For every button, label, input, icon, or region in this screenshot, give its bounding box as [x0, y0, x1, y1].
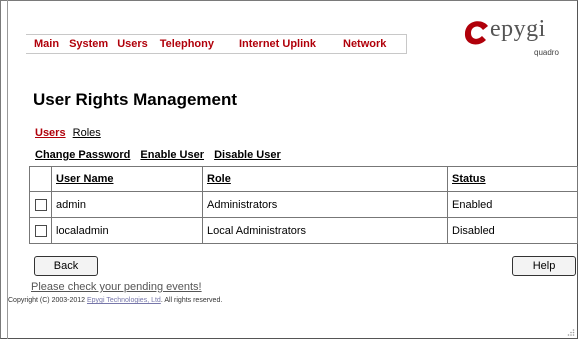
page-title: User Rights Management: [33, 90, 238, 109]
disable-user-link[interactable]: Disable User: [214, 149, 281, 161]
epygi-logo-icon: [464, 21, 488, 45]
table-row: admin Administrators Enabled: [29, 191, 578, 218]
table-header-row: User Name Role Status: [29, 166, 578, 192]
nav-item-internet-uplink[interactable]: Internet Uplink: [239, 38, 316, 50]
logo-wordmark: epygi: [490, 16, 546, 42]
column-header-role[interactable]: Role: [202, 166, 448, 192]
nav-item-network[interactable]: Network: [343, 38, 386, 50]
tab-roles[interactable]: Roles: [73, 127, 101, 139]
back-button[interactable]: Back: [34, 256, 98, 276]
epygi-logo: epygi quadro: [462, 16, 572, 60]
row-select-cell: [29, 217, 52, 244]
tab-users[interactable]: Users: [35, 127, 66, 139]
nav-item-main[interactable]: Main: [34, 38, 59, 50]
cell-user-name: admin: [51, 191, 203, 218]
cell-role: Administrators: [202, 191, 448, 218]
copyright-text: Copyright (C) 2003-2012 Epygi Technologi…: [8, 297, 222, 304]
users-table: User Name Role Status admin Administrato…: [29, 166, 578, 246]
nav-item-system[interactable]: System: [69, 38, 108, 50]
row-checkbox[interactable]: [34, 198, 47, 211]
pending-events-link[interactable]: Please check your pending events!: [31, 281, 202, 293]
view-tabs: Users Roles: [35, 127, 101, 139]
table-row: localadmin Local Administrators Disabled: [29, 217, 578, 244]
resize-grip-icon[interactable]: [567, 328, 575, 336]
column-header-user-name[interactable]: User Name: [51, 166, 203, 192]
select-column-header: [29, 166, 52, 192]
column-header-status[interactable]: Status: [447, 166, 578, 192]
cell-status: Enabled: [447, 191, 578, 218]
cell-user-name: localadmin: [51, 217, 203, 244]
copyright-prefix: Copyright (C) 2003-2012: [8, 297, 87, 304]
cell-status: Disabled: [447, 217, 578, 244]
copyright-suffix: . All rights reserved.: [160, 297, 223, 304]
enable-user-link[interactable]: Enable User: [140, 149, 204, 161]
change-password-link[interactable]: Change Password: [35, 149, 130, 161]
help-button[interactable]: Help: [512, 256, 576, 276]
row-select-cell: [29, 191, 52, 218]
cell-role: Local Administrators: [202, 217, 448, 244]
left-divider: [7, 0, 8, 339]
row-checkbox[interactable]: [34, 224, 47, 237]
user-actions: Change Password Enable User Disable User: [35, 149, 288, 161]
epygi-company-link[interactable]: Epygi Technologies, Ltd: [87, 297, 161, 304]
logo-subtitle: quadro: [534, 48, 559, 57]
top-nav: Main System Users Telephony Internet Upl…: [26, 34, 407, 54]
nav-item-users[interactable]: Users: [117, 38, 148, 50]
nav-item-telephony[interactable]: Telephony: [160, 38, 214, 50]
